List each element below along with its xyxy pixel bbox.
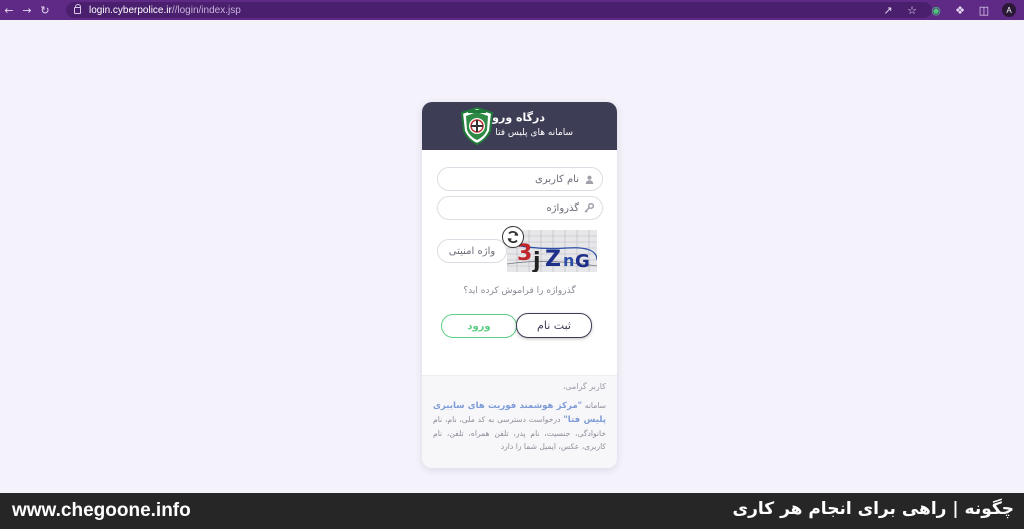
username-placeholder: نام کاربری xyxy=(535,173,579,185)
url-host: login.cyberpolice.ir xyxy=(89,4,172,16)
back-arrow-icon[interactable]: ← xyxy=(0,0,18,20)
notice-greeting: کاربر گرامی، xyxy=(562,382,606,391)
lock-icon[interactable] xyxy=(74,3,81,14)
card-header: درگاه ورود سامانه های پلیس فتا xyxy=(422,102,617,150)
share-icon[interactable]: ↗ xyxy=(882,4,894,17)
captcha-refresh-button[interactable] xyxy=(502,226,524,248)
forgot-password-link[interactable]: گذرواژه را فراموش کرده اید؟ xyxy=(422,286,617,296)
page-title: درگاه ورود xyxy=(486,111,545,124)
svg-text:n: n xyxy=(563,251,574,270)
password-field[interactable]: گذرواژه xyxy=(437,196,603,220)
browser-toolbar: ← → ↻ login.cyberpolice.ir//login/index.… xyxy=(0,0,1024,20)
forward-arrow-icon[interactable]: → xyxy=(18,0,36,20)
register-button[interactable]: ثبت نام xyxy=(516,313,592,338)
toolbar-icons: ↗ ☆ ◉ ❖ ◫ A xyxy=(882,0,1016,20)
notice-prefix: سامانه xyxy=(584,401,606,410)
url-path: //login/index.jsp xyxy=(171,4,241,16)
refresh-icon xyxy=(507,231,519,243)
username-field[interactable]: نام کاربری xyxy=(437,167,603,191)
extension-green-icon[interactable]: ◉ xyxy=(930,4,942,17)
reload-icon[interactable]: ↻ xyxy=(36,0,54,20)
key-icon xyxy=(584,203,594,213)
captcha-placeholder: واژه امنیتی xyxy=(448,245,496,257)
password-placeholder: گذرواژه xyxy=(546,202,579,214)
page-subtitle: سامانه های پلیس فتا xyxy=(495,128,573,138)
login-card: درگاه ورود سامانه های پلیس فتا نام کاربر… xyxy=(422,102,617,468)
login-button[interactable]: ورود xyxy=(441,314,517,338)
svg-text:G: G xyxy=(575,251,590,272)
puzzle-icon[interactable]: ❖ xyxy=(954,4,966,17)
sidebar-icon[interactable]: ◫ xyxy=(978,4,990,17)
svg-text:j: j xyxy=(532,249,541,272)
svg-text:Z: Z xyxy=(545,247,561,272)
captcha-input[interactable]: واژه امنیتی xyxy=(437,239,507,263)
profile-avatar[interactable]: A xyxy=(1002,3,1016,17)
notice-body: سامانه "مرکز هوشمند فوریت های سایبری پلی… xyxy=(433,399,606,453)
banner-slogan: چگونه | راهی برای انجام هر کاری xyxy=(732,499,1014,519)
privacy-notice: کاربر گرامی، سامانه "مرکز هوشمند فوریت ه… xyxy=(422,375,617,468)
watermark-banner: www.chegoone.info چگونه | راهی برای انجا… xyxy=(0,493,1024,529)
user-icon xyxy=(584,174,594,184)
star-icon[interactable]: ☆ xyxy=(906,4,918,17)
banner-site: www.chegoone.info xyxy=(12,500,191,521)
address-bar[interactable]: login.cyberpolice.ir//login/index.jsp xyxy=(66,2,932,18)
police-emblem-icon xyxy=(460,107,494,145)
